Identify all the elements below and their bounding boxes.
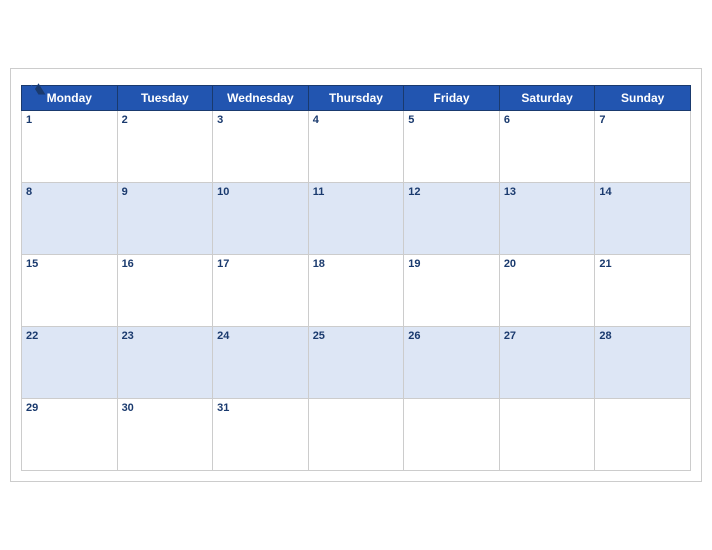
day-number: 30	[122, 402, 134, 414]
weekday-header-sunday: Sunday	[595, 86, 691, 111]
day-number: 18	[313, 258, 325, 270]
day-number: 12	[408, 186, 420, 198]
calendar-wrapper: MondayTuesdayWednesdayThursdayFridaySatu…	[10, 68, 702, 482]
day-number: 17	[217, 258, 229, 270]
calendar-day-cell: 26	[404, 327, 500, 399]
calendar-day-cell: 27	[499, 327, 595, 399]
calendar-day-cell: 16	[117, 255, 213, 327]
day-number: 2	[122, 114, 128, 126]
calendar-day-cell: 4	[308, 111, 404, 183]
calendar-day-cell: 12	[404, 183, 500, 255]
generalblue-logo-icon	[21, 79, 49, 99]
calendar-day-cell: 11	[308, 183, 404, 255]
day-number: 25	[313, 330, 325, 342]
calendar-week-row-3: 15 16 17 18 19 20 21	[22, 255, 691, 327]
calendar-week-row-1: 1 2 3 4 5 6 7	[22, 111, 691, 183]
calendar-day-cell: 5	[404, 111, 500, 183]
calendar-day-cell: 28	[595, 327, 691, 399]
calendar-day-cell: 19	[404, 255, 500, 327]
day-number: 8	[26, 186, 32, 198]
calendar-day-cell: 6	[499, 111, 595, 183]
day-number: 5	[408, 114, 414, 126]
calendar-day-cell: 25	[308, 327, 404, 399]
weekday-header-thursday: Thursday	[308, 86, 404, 111]
calendar-day-cell: 18	[308, 255, 404, 327]
calendar-day-cell: 1	[22, 111, 118, 183]
calendar-week-row-4: 22 23 24 25 26 27 28	[22, 327, 691, 399]
day-number: 24	[217, 330, 229, 342]
day-number: 9	[122, 186, 128, 198]
calendar-day-cell: 15	[22, 255, 118, 327]
weekday-header-tuesday: Tuesday	[117, 86, 213, 111]
day-number: 13	[504, 186, 516, 198]
day-number: 3	[217, 114, 223, 126]
logo-area	[21, 79, 49, 99]
calendar-thead: MondayTuesdayWednesdayThursdayFridaySatu…	[22, 86, 691, 111]
calendar-day-cell: 13	[499, 183, 595, 255]
calendar-day-cell: 23	[117, 327, 213, 399]
calendar-day-cell: 9	[117, 183, 213, 255]
day-number: 26	[408, 330, 420, 342]
day-number: 23	[122, 330, 134, 342]
calendar-day-cell: 21	[595, 255, 691, 327]
day-number: 27	[504, 330, 516, 342]
day-number: 16	[122, 258, 134, 270]
calendar-day-cell: 14	[595, 183, 691, 255]
calendar-day-cell: 3	[213, 111, 309, 183]
day-number: 11	[313, 186, 325, 198]
calendar-day-cell	[308, 399, 404, 471]
day-number: 28	[599, 330, 611, 342]
day-number: 14	[599, 186, 611, 198]
calendar-body: 1234567891011121314151617181920212223242…	[22, 111, 691, 471]
day-number: 10	[217, 186, 229, 198]
day-number: 19	[408, 258, 420, 270]
day-number: 7	[599, 114, 605, 126]
calendar-day-cell	[404, 399, 500, 471]
calendar-day-cell	[499, 399, 595, 471]
day-number: 20	[504, 258, 516, 270]
calendar-day-cell: 10	[213, 183, 309, 255]
calendar-week-row-2: 8 9 10 11 12 13 14	[22, 183, 691, 255]
calendar-day-cell: 31	[213, 399, 309, 471]
calendar-day-cell: 22	[22, 327, 118, 399]
calendar-week-row-5: 29 30 31	[22, 399, 691, 471]
day-number: 21	[599, 258, 611, 270]
day-number: 4	[313, 114, 319, 126]
day-number: 6	[504, 114, 510, 126]
calendar-table: MondayTuesdayWednesdayThursdayFridaySatu…	[21, 85, 691, 471]
day-number: 1	[26, 114, 32, 126]
calendar-day-cell: 7	[595, 111, 691, 183]
calendar-day-cell: 30	[117, 399, 213, 471]
weekday-header-wednesday: Wednesday	[213, 86, 309, 111]
day-number: 15	[26, 258, 38, 270]
day-number: 31	[217, 402, 229, 414]
weekday-header-saturday: Saturday	[499, 86, 595, 111]
calendar-day-cell: 2	[117, 111, 213, 183]
calendar-day-cell	[595, 399, 691, 471]
calendar-day-cell: 20	[499, 255, 595, 327]
weekday-header-friday: Friday	[404, 86, 500, 111]
weekday-header-row: MondayTuesdayWednesdayThursdayFridaySatu…	[22, 86, 691, 111]
calendar-day-cell: 17	[213, 255, 309, 327]
day-number: 29	[26, 402, 38, 414]
day-number: 22	[26, 330, 38, 342]
calendar-day-cell: 24	[213, 327, 309, 399]
calendar-day-cell: 8	[22, 183, 118, 255]
calendar-day-cell: 29	[22, 399, 118, 471]
